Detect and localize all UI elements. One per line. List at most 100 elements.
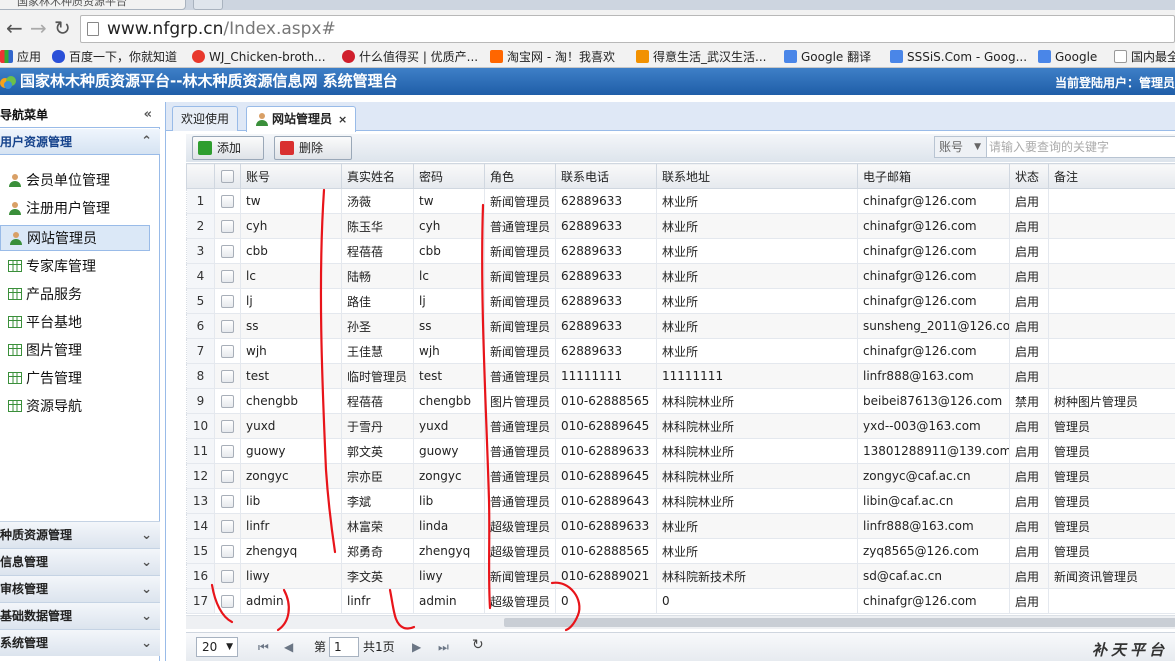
bookmark-apps[interactable]: 应用 (0, 47, 41, 67)
table-row[interactable]: 9 chengbb 程蓓蓓 chengbb 图片管理员 010-62888565 林科院林业… (186, 388, 1175, 414)
sidebar-item-bases[interactable]: 平台基地 (0, 310, 150, 336)
column-header[interactable]: 联系电话 (555, 163, 657, 189)
delete-button[interactable]: 删除 (274, 136, 352, 160)
select-all-checkbox[interactable] (214, 163, 241, 189)
row-checkbox[interactable] (214, 463, 241, 489)
sidebar-item-images[interactable]: 图片管理 (0, 338, 150, 364)
row-checkbox[interactable] (214, 513, 241, 539)
column-header[interactable]: 联系地址 (656, 163, 858, 189)
bookmark-sssis[interactable]: SSSiS.Com - Goog... (890, 47, 1027, 67)
row-checkbox[interactable] (214, 538, 241, 564)
table-row[interactable]: 16 liwy 李文英 liwy 新闻管理员 010-62889021 林科院新技术所 sd@… (186, 563, 1175, 589)
table-row[interactable]: 1 tw 汤薇 tw 新闻管理员 62889633 林业所 chinafgr@126.com 启… (186, 188, 1175, 214)
bookmark-weibo[interactable]: WJ_Chicken-broth... (192, 47, 326, 67)
column-header[interactable]: 角色 (484, 163, 556, 189)
page-size-select[interactable]: 20 ▼ (196, 637, 238, 657)
refresh-icon[interactable]: ↻ (472, 637, 484, 653)
table-row[interactable]: 17 admin linfr admin 超级管理员 0 0 chinafgr@126.com… (186, 588, 1175, 614)
column-header[interactable]: 状态 (1009, 163, 1049, 189)
last-page-icon[interactable]: ⏭ (438, 639, 449, 655)
prev-page-icon[interactable]: ◀ (284, 639, 293, 655)
address-bar[interactable]: www.nfgrp.cn/Index.aspx# (80, 15, 1175, 43)
sidebar-item-ads[interactable]: 广告管理 (0, 366, 150, 392)
column-header[interactable]: 真实姓名 (341, 163, 414, 189)
checkbox-icon (221, 220, 234, 233)
bookmark-google[interactable]: Google (1038, 47, 1097, 67)
search-input[interactable]: 请输入要查询的关键字 (989, 137, 1109, 157)
back-icon[interactable]: ← (6, 18, 23, 38)
table-row[interactable]: 10 yuxd 于雪丹 yuxd 普通管理员 010-62889645 林科院林业所 yxd-… (186, 413, 1175, 439)
row-checkbox[interactable] (214, 388, 241, 414)
sidebar-item-products[interactable]: 产品服务 (0, 282, 150, 308)
bookmark-baidu[interactable]: 百度一下，你就知道 (52, 47, 177, 67)
browser-tab[interactable]: 国家林木种质资源平台 (0, 0, 186, 10)
table-cell: ss (413, 313, 485, 339)
tab-welcome[interactable]: 欢迎使用 (172, 106, 239, 131)
section-header-users[interactable]: 用户资源管理 ⌃ (0, 129, 160, 155)
table-row[interactable]: 5 lj 路佳 lj 新闻管理员 62889633 林业所 chinafgr@126.com 启… (186, 288, 1175, 314)
row-checkbox[interactable] (214, 238, 241, 264)
sidebar-item-site-admins[interactable]: 网站管理员 (0, 225, 150, 251)
page-number-input[interactable]: 1 (329, 637, 359, 657)
new-tab-button[interactable] (193, 0, 223, 10)
chevron-up-icon[interactable]: ⌃ (141, 129, 152, 155)
next-page-icon[interactable]: ▶ (412, 639, 421, 655)
collapse-icon[interactable]: « (144, 102, 152, 128)
bookmark-deyi[interactable]: 得意生活_武汉生活... (636, 47, 766, 67)
table-row[interactable]: 2 cyh 陈玉华 cyh 普通管理员 62889633 林业所 chinafgr@126.c… (186, 213, 1175, 239)
row-checkbox[interactable] (214, 413, 241, 439)
bookmark-taobao[interactable]: 淘宝网 - 淘！我喜欢 (490, 47, 615, 67)
table-cell (1048, 363, 1175, 389)
row-checkbox[interactable] (214, 213, 241, 239)
sidebar-item-registered-users[interactable]: 注册用户管理 (0, 196, 150, 222)
table-row[interactable]: 13 lib 李斌 lib 普通管理员 010-62889643 林科院林业所 libin@c… (186, 488, 1175, 514)
section-header-basic-data[interactable]: 基础数据管理 ⌄ (0, 602, 160, 629)
table-row[interactable]: 3 cbb 程蓓蓓 cbb 新闻管理员 62889633 林业所 chinafgr@126.c… (186, 238, 1175, 264)
sidebar-item-label: 图片管理 (26, 343, 82, 359)
forward-icon[interactable]: → (30, 18, 47, 38)
row-checkbox[interactable] (214, 263, 241, 289)
table-cell: 启用 (1009, 463, 1049, 489)
first-page-icon[interactable]: ⏮ (258, 639, 269, 655)
row-checkbox[interactable] (214, 363, 241, 389)
row-checkbox[interactable] (214, 438, 241, 464)
bookmark-domestic[interactable]: 国内最全 (1114, 47, 1175, 67)
add-button[interactable]: 添加 (192, 136, 264, 160)
row-checkbox[interactable] (214, 563, 241, 589)
section-header-germplasm[interactable]: 种质资源管理 ⌄ (0, 521, 160, 548)
column-header[interactable]: 密码 (413, 163, 485, 189)
sidebar-item-member-units[interactable]: 会员单位管理 (0, 168, 150, 194)
row-checkbox[interactable] (214, 488, 241, 514)
column-header[interactable]: 备注 (1048, 163, 1175, 189)
scrollbar-thumb[interactable] (504, 618, 1175, 627)
bookmark-google-translate[interactable]: Google 翻译 (784, 47, 871, 67)
bookmarks-bar: 应用 百度一下，你就知道 WJ_Chicken-broth... 什么值得买 |… (0, 46, 1175, 68)
table-row[interactable]: 15 zhengyq 郑勇奇 zhengyq 超级管理员 010-62888565 林业所 z… (186, 538, 1175, 564)
tab-site-admins[interactable]: 网站管理员 × (246, 106, 357, 132)
horizontal-scrollbar[interactable] (186, 615, 1175, 629)
table-row[interactable]: 4 lc 陆畅 lc 新闻管理员 62889633 林业所 chinafgr@126.com 启… (186, 263, 1175, 289)
section-header-review[interactable]: 审核管理 ⌄ (0, 575, 160, 602)
search-field-select[interactable]: 账号 ▼ (935, 137, 987, 157)
table-row[interactable]: 6 ss 孙圣 ss 新闻管理员 62889633 林业所 sunsheng_2011@126… (186, 313, 1175, 339)
sidebar-item-experts[interactable]: 专家库管理 (0, 254, 150, 280)
row-checkbox[interactable] (214, 188, 241, 214)
bookmark-smzdm[interactable]: 什么值得买 | 优质产... (342, 47, 478, 67)
row-checkbox[interactable] (214, 288, 241, 314)
close-icon[interactable]: × (338, 113, 347, 126)
sidebar-item-resource-nav[interactable]: 资源导航 (0, 394, 150, 420)
table-row[interactable]: 12 zongyc 宗亦臣 zongyc 普通管理员 010-62889645 林科院林业所… (186, 463, 1175, 489)
table-row[interactable]: 11 guowy 郭文英 guowy 普通管理员 010-62889633 林科院林业所 13… (186, 438, 1175, 464)
column-header[interactable]: 电子邮箱 (857, 163, 1010, 189)
row-checkbox[interactable] (214, 313, 241, 339)
table-row[interactable]: 8 test 临时管理员 test 普通管理员 11111111 11111111 linfr… (186, 363, 1175, 389)
table-row[interactable]: 7 wjh 王佳慧 wjh 新闻管理员 62889633 林业所 chinafgr@126.c… (186, 338, 1175, 364)
row-checkbox[interactable] (214, 588, 241, 614)
row-number: 7 (186, 338, 215, 364)
reload-icon[interactable]: ↻ (54, 18, 71, 38)
section-header-system[interactable]: 系统管理 ⌄ (0, 629, 160, 656)
table-row[interactable]: 14 linfr 林富荣 linda 超级管理员 010-62889633 林业所 linfr… (186, 513, 1175, 539)
section-header-info[interactable]: 信息管理 ⌄ (0, 548, 160, 575)
row-checkbox[interactable] (214, 338, 241, 364)
column-header[interactable]: 账号 (240, 163, 342, 189)
